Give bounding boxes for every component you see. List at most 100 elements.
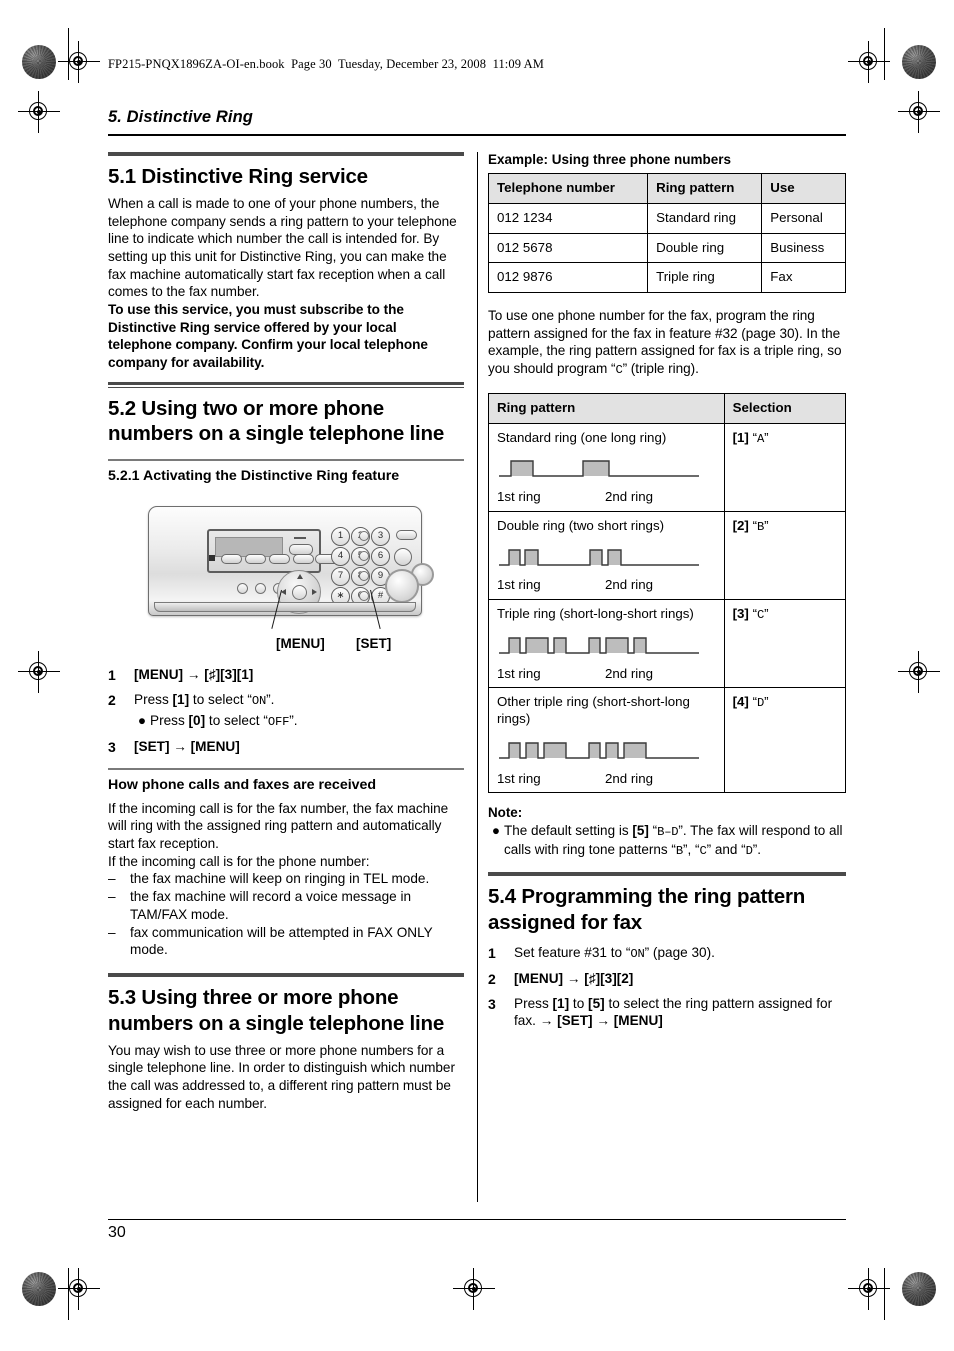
section-rule-52-top — [108, 381, 464, 385]
inline-text-run: ON — [630, 946, 645, 961]
procedure-step: 1 [MENU] → [♯][3][1] — [108, 666, 464, 684]
paragraph-5-1-intro: When a call is made to one of your phone… — [108, 195, 457, 300]
step-number: 1 — [488, 944, 496, 961]
example-phone-numbers-table: Telephone number Ring pattern Use 012 12… — [487, 173, 846, 293]
inline-text-run: [SET] — [134, 738, 170, 754]
note-text: The default setting is [5] “B–D”. The fa… — [504, 822, 846, 860]
cell-ring-pattern: Triple ring (short-long-short rings) 1st … — [488, 599, 725, 689]
inline-text-run: C — [699, 844, 707, 859]
heading-5-2-1: 5.2.1 Activating the Distinctive Ring fe… — [108, 468, 400, 485]
ring-pulse — [554, 637, 566, 653]
ring-pulse — [509, 637, 520, 653]
inline-text-run: “ — [748, 606, 757, 622]
function-pill-button — [396, 529, 417, 540]
panel-button-2 — [255, 582, 266, 594]
ring-waveform-block — [497, 632, 716, 663]
table-row: Standard ring (one long ring) 1st ring 2nd… — [488, 422, 847, 512]
section-rule-53 — [108, 972, 464, 977]
inline-text-run: [0] — [188, 713, 206, 728]
cell-ring-pattern: Double ring (two short rings) 1st ring 2nd… — [488, 510, 725, 601]
footer-rule — [108, 1219, 846, 1221]
ring-pattern-caption: Triple ring (short-long-short rings) — [497, 606, 694, 622]
ring-waveform-diagram — [499, 460, 699, 478]
table-row: Triple ring (short-long-short rings) 1st … — [488, 599, 847, 689]
registration-mark-bottom-center — [453, 1268, 495, 1310]
inline-text-run: “ — [748, 517, 757, 533]
inline-text-run: ” — [764, 694, 769, 710]
inline-text-run: ON — [251, 694, 267, 709]
ring-pulse — [509, 549, 520, 565]
inline-text-run: C — [615, 363, 623, 378]
ring-waveform-labels: 1st ring 2nd ring — [497, 577, 716, 594]
column-header-ring-pattern: Ring pattern — [647, 173, 763, 204]
ring-waveform-diagram — [499, 637, 699, 654]
nav-right-arrow-icon — [312, 589, 317, 596]
ring-waveform-block — [497, 544, 716, 575]
inline-text-run: [MENU] — [134, 666, 184, 682]
inline-text-run: ” (triple ring). — [622, 361, 699, 377]
inline-text-run: [1] — [552, 995, 570, 1011]
inline-text-run: ” — [764, 606, 769, 622]
inline-text-run: ”. — [752, 842, 761, 858]
cell-ring-pattern: Triple ring — [647, 262, 763, 293]
cell-use: Business — [761, 232, 846, 264]
example-table-label: Example: Using three phone numbers — [488, 152, 732, 167]
softkey-3 — [269, 553, 290, 564]
cell-telephone-number: 012 9876 — [487, 262, 649, 293]
inline-text-run: D — [745, 844, 753, 859]
callout-label-set: [SET] — [356, 635, 392, 651]
cell-selection: [2] “B” — [723, 510, 847, 601]
column-header-selection: Selection — [723, 392, 847, 424]
dash-marker: – — [108, 924, 116, 940]
ring-pulse — [511, 461, 533, 477]
heading-5-1: 5.1 Distinctive Ring service — [108, 165, 368, 188]
steps-5-4: 1 Set feature #31 to “ON” (page 30). 2 [MEN… — [488, 944, 846, 1030]
ring-pulse — [583, 461, 609, 477]
bullet-icon: ● — [137, 713, 147, 728]
inline-text-run: [5] — [632, 823, 649, 839]
ring-waveform-labels: 1st ring 2nd ring — [497, 771, 716, 788]
inline-text-run: [SET] — [557, 1013, 593, 1029]
heading-how-calls-received: How phone calls and faxes are received — [108, 777, 377, 794]
ring-waveform-diagram — [499, 742, 699, 759]
keypad-key: 7 — [331, 566, 350, 586]
fax-machine-illustration: 1 2 3 4 5 6 7 8 9 ∗ 0 # — [108, 498, 464, 658]
registration-mark-center-right — [898, 651, 940, 693]
crop-line-bottom-left — [68, 1268, 69, 1320]
inline-text-run: [♯][3][2] — [584, 970, 634, 986]
inline-text-run: B–D — [657, 825, 679, 840]
subsection-rule-received — [108, 768, 464, 771]
inline-text-run: [5] — [588, 995, 605, 1011]
cell-use: Fax — [761, 262, 846, 293]
inline-text-run: ” — [764, 517, 769, 533]
ring-pattern-selection-table: Ring pattern Selection Standard ring (on… — [488, 392, 847, 794]
note-item: ● The default setting is [5] “B–D”. The … — [488, 822, 846, 860]
label-first-ring: 1st ring — [497, 770, 541, 786]
table-header-row: Ring pattern Selection — [488, 392, 847, 424]
procedure-step: 1 Set feature #31 to “ON” (page 30). — [488, 944, 846, 963]
ring-pulse — [608, 549, 621, 565]
inline-text-run: [MENU] — [190, 738, 240, 754]
registration-mark-bottom-right — [848, 1268, 890, 1310]
note-heading: Note: — [488, 805, 523, 821]
procedure-step: 2 [MENU] → [♯][3][2] — [488, 970, 846, 988]
step-text: Press [1] to select “ON”. ● Press [0] to s… — [134, 691, 464, 731]
list-item: – the fax machine will record a voice mes… — [108, 888, 464, 923]
ring-waveform-block — [497, 455, 716, 486]
inline-text-run: to select “ — [205, 713, 268, 728]
list-item-text: the fax machine will record a voice mess… — [130, 889, 412, 922]
column-header-telephone-number: Telephone number — [487, 173, 649, 204]
nav-up-arrow-icon — [296, 573, 303, 579]
inline-text-run: Press — [134, 692, 173, 708]
left-column: 5.1 Distinctive Ring service When a call… — [108, 152, 464, 1112]
ring-waveform-labels: 1st ring 2nd ring — [497, 489, 716, 506]
ring-pulse — [525, 549, 538, 565]
step-number: 2 — [488, 970, 496, 987]
step-text: [MENU] → [♯][3][2] — [514, 970, 846, 988]
cell-ring-pattern: Other triple ring (short-short-long ring… — [488, 687, 725, 794]
inline-text-run: [2] — [732, 517, 749, 533]
table-row: 012 1234 Standard ring Personal — [487, 202, 846, 234]
section-rule-52 — [108, 386, 464, 388]
cell-use: Personal — [761, 202, 846, 234]
inline-text-run: ”. — [266, 692, 275, 708]
